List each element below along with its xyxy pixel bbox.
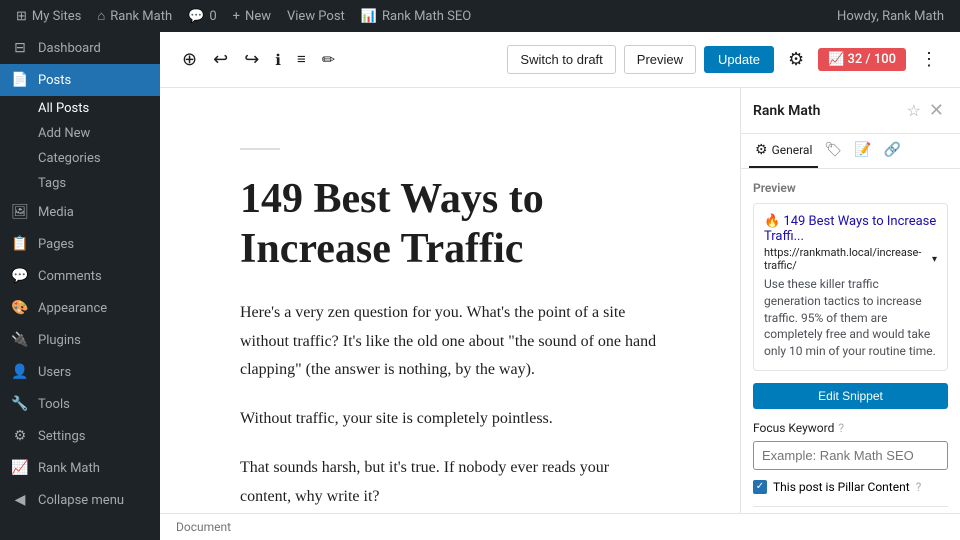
adminbar-mysites[interactable]: ⊞ My Sites bbox=[8, 0, 89, 32]
wp-icon: ⊞ bbox=[16, 9, 27, 24]
users-icon: 👤 bbox=[10, 364, 30, 380]
sidebar-item-tools[interactable]: 🔧 Tools bbox=[0, 388, 160, 420]
pages-icon: 📋 bbox=[10, 236, 30, 252]
sidebar-item-media[interactable]: 🖼 Media bbox=[0, 196, 160, 228]
rankmath-star-button[interactable]: ☆ bbox=[903, 97, 925, 125]
sidebar-sub-addnew[interactable]: Add New bbox=[0, 121, 160, 146]
score-icon: 📈 bbox=[828, 52, 844, 67]
update-button[interactable]: Update bbox=[704, 46, 774, 73]
add-block-button[interactable]: ⊕ bbox=[176, 43, 203, 76]
dashboard-icon: ⊟ bbox=[10, 40, 30, 56]
sidebar-sub-allposts[interactable]: All Posts bbox=[0, 96, 160, 121]
collapse-icon: ◀ bbox=[10, 492, 30, 508]
tab-social[interactable]: 🏷 bbox=[818, 134, 848, 168]
switch-draft-button[interactable]: Switch to draft bbox=[507, 45, 615, 74]
list-view-button[interactable]: ≡ bbox=[291, 45, 312, 74]
preview-url-row: https://rankmath.local/increase-traffic/… bbox=[764, 246, 937, 272]
home-icon: ⌂ bbox=[97, 8, 105, 24]
preview-url-arrow[interactable]: ▾ bbox=[932, 254, 937, 265]
adminbar-comments[interactable]: 💬 0 bbox=[180, 0, 225, 32]
sidebar-sub-categories[interactable]: Categories bbox=[0, 146, 160, 171]
editor-paragraph-3: That sounds harsh, but it's true. If nob… bbox=[240, 454, 660, 512]
undo-button[interactable]: ↩ bbox=[207, 43, 234, 76]
pillar-help-icon: ? bbox=[916, 480, 922, 494]
preview-title[interactable]: 🔥 149 Best Ways to Increase Traffi... bbox=[764, 214, 937, 244]
tab-schema[interactable]: 📝 bbox=[848, 134, 877, 168]
tab-general[interactable]: ⚙ General bbox=[749, 134, 818, 168]
plus-icon: + bbox=[233, 9, 240, 24]
block-settings-button[interactable]: ⚙ bbox=[782, 43, 810, 76]
comments-icon: 💬 bbox=[10, 268, 30, 284]
advanced-tab-icon: 🔗 bbox=[884, 142, 901, 158]
settings-icon: ⚙ bbox=[10, 428, 30, 444]
adminbar-rankmath[interactable]: ⌂ Rank Math bbox=[89, 0, 180, 32]
edit-snippet-button[interactable]: Edit Snippet bbox=[753, 383, 948, 409]
preview-section-title: Preview bbox=[753, 181, 948, 195]
score-badge[interactable]: 📈 32 / 100 bbox=[818, 48, 906, 71]
rankmath-icon: 📊 bbox=[361, 9, 377, 24]
plugins-icon: 🔌 bbox=[10, 332, 30, 348]
rankmath-panel-title: Rank Math bbox=[753, 103, 903, 119]
focus-kw-help-icon: ? bbox=[838, 421, 844, 435]
rankmath-close-button[interactable]: ✕ bbox=[925, 96, 948, 125]
appearance-icon: 🎨 bbox=[10, 300, 30, 316]
sidebar-item-plugins[interactable]: 🔌 Plugins bbox=[0, 324, 160, 356]
social-tab-icon: 🏷 bbox=[824, 142, 842, 158]
sidebar-item-comments[interactable]: 💬 Comments bbox=[0, 260, 160, 292]
rankmath-sidebar-icon: 📈 bbox=[10, 460, 30, 476]
info-button[interactable]: ℹ bbox=[269, 45, 287, 75]
focus-keyword-input[interactable] bbox=[753, 441, 948, 470]
preview-url: https://rankmath.local/increase-traffic/ bbox=[764, 246, 928, 272]
posts-icon: 📄 bbox=[10, 72, 30, 88]
preview-button[interactable]: Preview bbox=[624, 45, 696, 74]
sidebar-item-collapse[interactable]: ◀ Collapse menu bbox=[0, 484, 160, 516]
sidebar-item-appearance[interactable]: 🎨 Appearance bbox=[0, 292, 160, 324]
rankmath-panel: Rank Math ☆ ✕ ⚙ General 🏷 📝 bbox=[740, 88, 960, 513]
preview-box: 🔥 149 Best Ways to Increase Traffi... ht… bbox=[753, 203, 948, 371]
sidebar-item-users[interactable]: 👤 Users bbox=[0, 356, 160, 388]
sidebar-item-dashboard[interactable]: ⊟ Dashboard bbox=[0, 32, 160, 64]
pillar-checkbox[interactable] bbox=[753, 480, 767, 494]
sidebar-item-pages[interactable]: 📋 Pages bbox=[0, 228, 160, 260]
sidebar: ⊟ Dashboard 📄 Posts All Posts Add New Ca… bbox=[0, 32, 160, 540]
schema-tab-icon: 📝 bbox=[854, 142, 871, 158]
focus-keyword-label: Focus Keyword ? bbox=[753, 421, 948, 435]
tab-advanced[interactable]: 🔗 bbox=[878, 134, 907, 168]
editor-toolbar: ⊕ ↩ ↪ ℹ ≡ ✏ Switch to draft Preview Upda… bbox=[160, 32, 960, 88]
media-icon: 🖼 bbox=[10, 204, 30, 220]
editor-paragraph-1: Here's a very zen question for you. What… bbox=[240, 299, 660, 385]
redo-button[interactable]: ↪ bbox=[238, 43, 265, 76]
tools-button[interactable]: ✏ bbox=[316, 44, 341, 76]
post-title[interactable]: 149 Best Ways to Increase Traffic bbox=[240, 174, 660, 275]
adminbar-howdy: Howdy, Rank Math bbox=[829, 9, 952, 24]
rankmath-panel-header: Rank Math ☆ ✕ bbox=[741, 88, 960, 134]
sidebar-sub-tags[interactable]: Tags bbox=[0, 171, 160, 196]
adminbar-new[interactable]: + New bbox=[225, 0, 279, 32]
sidebar-item-rankmath[interactable]: 📈 Rank Math bbox=[0, 452, 160, 484]
adminbar-viewpost[interactable]: View Post bbox=[279, 0, 353, 32]
editor-body[interactable]: Here's a very zen question for you. What… bbox=[240, 299, 660, 513]
editor-status: Document bbox=[160, 513, 960, 540]
rankmath-panel-body: Preview 🔥 149 Best Ways to Increase Traf… bbox=[741, 169, 960, 513]
rankmath-tabs: ⚙ General 🏷 📝 🔗 bbox=[741, 134, 960, 169]
admin-bar: ⊞ My Sites ⌂ Rank Math 💬 0 + New View Po… bbox=[0, 0, 960, 32]
comment-icon: 💬 bbox=[188, 9, 204, 24]
editor-divider bbox=[240, 148, 280, 150]
adminbar-rankmath-seo[interactable]: 📊 Rank Math SEO bbox=[353, 0, 479, 32]
editor-area[interactable]: 149 Best Ways to Increase Traffic Here's… bbox=[160, 88, 740, 513]
basic-seo-section[interactable]: Basic SEO × 5 Errors ▲ bbox=[753, 506, 948, 513]
sidebar-item-settings[interactable]: ⚙ Settings bbox=[0, 420, 160, 452]
editor-paragraph-2: Without traffic, your site is completely… bbox=[240, 405, 660, 434]
pillar-content-row: This post is Pillar Content ? bbox=[753, 480, 948, 494]
preview-desc: Use these killer traffic generation tact… bbox=[764, 276, 937, 360]
general-tab-icon: ⚙ bbox=[755, 142, 768, 158]
sidebar-item-posts[interactable]: 📄 Posts bbox=[0, 64, 160, 96]
tools-icon: 🔧 bbox=[10, 396, 30, 412]
more-options-button[interactable]: ⋮ bbox=[914, 43, 944, 76]
